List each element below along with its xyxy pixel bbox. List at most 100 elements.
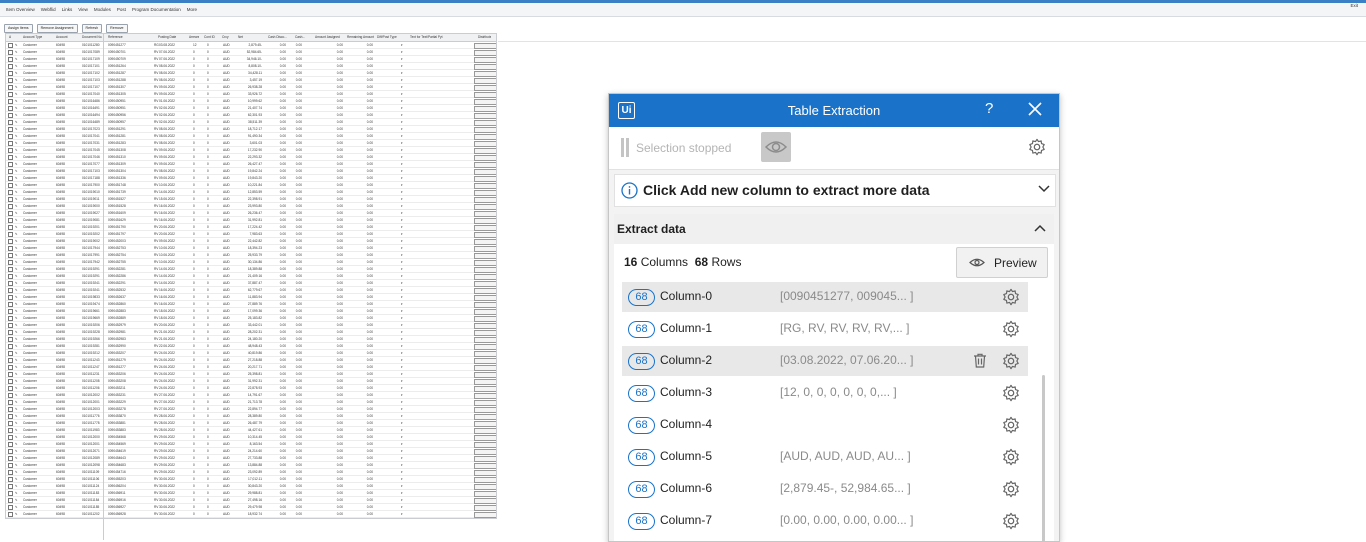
edit-pencil-icon[interactable]: ✎ (15, 358, 18, 362)
column-row-0[interactable]: 68 Column-0 [0090451277, 009045... ] (622, 282, 1028, 312)
row-checkbox[interactable] (8, 428, 13, 433)
grid-column-header[interactable]: A (9, 35, 11, 39)
edit-pencil-icon[interactable]: ✎ (15, 407, 18, 411)
distribute-button[interactable] (474, 336, 496, 343)
distribute-button[interactable] (474, 63, 496, 70)
row-checkbox[interactable] (8, 491, 13, 496)
diff-type-dropdown-icon[interactable]: ▾ (401, 57, 403, 61)
row-checkbox[interactable] (8, 358, 13, 363)
table-row[interactable]: ✎ Customer 60498 0101011106 0090455203 RV 30.0… (6, 476, 496, 483)
table-row[interactable]: ✎ Customer 60498 0101012003 0090453278 RV 27.0… (6, 406, 496, 413)
table-row[interactable]: ✎ Customer 60498 0101019202 0090451797 RV 20.0… (6, 231, 496, 238)
distribute-button[interactable] (474, 357, 496, 364)
edit-pencil-icon[interactable]: ✎ (15, 330, 18, 334)
row-checkbox[interactable] (8, 197, 13, 202)
row-checkbox[interactable] (8, 477, 13, 482)
diff-type-dropdown-icon[interactable]: ▾ (401, 498, 403, 502)
table-row[interactable]: ✎ Customer 60498 0101019228 0090452981 RV 21.0… (6, 329, 496, 336)
distribute-button[interactable] (474, 161, 496, 168)
row-checkbox[interactable] (8, 281, 13, 286)
edit-pencil-icon[interactable]: ✎ (15, 372, 18, 376)
row-checkbox[interactable] (8, 414, 13, 419)
table-row[interactable]: ✎ Customer 60498 0101012002 0090453231 RV 27.0… (6, 392, 496, 399)
row-checkbox[interactable] (8, 113, 13, 118)
pause-icon[interactable] (621, 138, 629, 157)
table-row[interactable]: ✎ Customer 60498 0101012000 0090454568 RV 29.0… (6, 434, 496, 441)
table-row[interactable]: ✎ Customer 60498 0101019291 0090452286 RV 14.0… (6, 273, 496, 280)
distribute-button[interactable] (474, 140, 496, 147)
distribute-button[interactable] (474, 91, 496, 98)
distribute-button[interactable] (474, 287, 496, 294)
distribute-button[interactable] (474, 322, 496, 329)
table-row[interactable]: ✎ Customer 60498 0101019010 0090451739 RV 14.0… (6, 189, 496, 196)
row-checkbox[interactable] (8, 134, 13, 139)
table-row[interactable]: ✎ Customer 60498 0101017103 0090451288 RV 08.0… (6, 77, 496, 84)
distribute-button[interactable] (474, 427, 496, 434)
diff-type-dropdown-icon[interactable]: ▾ (401, 512, 403, 516)
distribute-button[interactable] (474, 490, 496, 497)
row-checkbox[interactable] (8, 204, 13, 209)
diff-type-dropdown-icon[interactable]: ▾ (401, 330, 403, 334)
grid-column-header[interactable]: Reference (108, 35, 123, 39)
distribute-button[interactable] (474, 217, 496, 224)
distribute-button[interactable] (474, 462, 496, 469)
diff-type-dropdown-icon[interactable]: ▾ (401, 190, 403, 194)
diff-type-dropdown-icon[interactable]: ▾ (401, 155, 403, 159)
column-row-6[interactable]: 68 Column-6 [2,879.45-, 52,984.65... ] (622, 474, 1028, 504)
distribute-button[interactable] (474, 147, 496, 154)
grid-column-header[interactable]: Account (56, 35, 68, 39)
grid-column-header[interactable]: Cash Disco... (268, 35, 287, 39)
distribute-button[interactable] (474, 371, 496, 378)
edit-pencil-icon[interactable]: ✎ (15, 218, 18, 222)
edit-pencil-icon[interactable]: ✎ (15, 232, 18, 236)
table-row[interactable]: ✎ Customer 60498 0101017991 0090452754 RV 10.0… (6, 252, 496, 259)
edit-pencil-icon[interactable]: ✎ (15, 288, 18, 292)
table-row[interactable]: ✎ Customer 60498 0101019201 0090451790 RV 20.0… (6, 224, 496, 231)
table-row[interactable]: ✎ Customer 60498 0101012071 0090454619 RV 29.0… (6, 448, 496, 455)
row-checkbox[interactable] (8, 253, 13, 258)
row-checkbox[interactable] (8, 225, 13, 230)
table-row[interactable]: ✎ Customer 60498 0101011778 0090453881 RV 28.0… (6, 420, 496, 427)
table-row[interactable]: ✎ Customer 60498 0101017103 0090451304 RV 08.0… (6, 168, 496, 175)
diff-type-dropdown-icon[interactable]: ▾ (401, 351, 403, 355)
distribute-button[interactable] (474, 378, 496, 385)
row-checkbox[interactable] (8, 190, 13, 195)
menu-item-webflid[interactable]: Webflid (41, 7, 56, 12)
distribute-button[interactable] (474, 434, 496, 441)
diff-type-dropdown-icon[interactable]: ▾ (401, 50, 403, 54)
edit-pencil-icon[interactable]: ✎ (15, 421, 18, 425)
edit-pencil-icon[interactable]: ✎ (15, 267, 18, 271)
toggle-highlight-button[interactable] (761, 132, 791, 162)
row-checkbox[interactable] (8, 421, 13, 426)
distribute-button[interactable] (474, 56, 496, 63)
table-row[interactable]: ✎ Customer 60498 0101017102 0090451287 RV 08.0… (6, 70, 496, 77)
diff-type-dropdown-icon[interactable]: ▾ (401, 78, 403, 82)
menu-item-links[interactable]: Links (62, 7, 73, 12)
diff-type-dropdown-icon[interactable]: ▾ (401, 407, 403, 411)
row-checkbox[interactable] (8, 169, 13, 174)
table-row[interactable]: ✎ Customer 60498 0101019241 0090452532 RV 16.0… (6, 287, 496, 294)
column-row-1[interactable]: 68 Column-1 [RG, RV, RV, RV, RV,... ] (622, 314, 1028, 344)
row-checkbox[interactable] (8, 435, 13, 440)
menu-item-item-overview[interactable]: Item Overview (6, 7, 35, 12)
grid-column-header[interactable]: Remaining Amount (347, 35, 374, 39)
edit-pencil-icon[interactable]: ✎ (15, 428, 18, 432)
table-row[interactable]: ✎ Customer 60498 0101019241 0090452291 RV 14.0… (6, 280, 496, 287)
diff-type-dropdown-icon[interactable]: ▾ (401, 253, 403, 257)
row-checkbox[interactable] (8, 71, 13, 76)
extract-data-header[interactable]: Extract data (614, 214, 1054, 244)
row-checkbox[interactable] (8, 407, 13, 412)
grid-column-header[interactable]: Amount Assigned (315, 35, 340, 39)
distribute-button[interactable] (474, 455, 496, 462)
distribute-button[interactable] (474, 196, 496, 203)
table-row[interactable]: ✎ Customer 60498 0101017944 0090452753 RV 10.0… (6, 245, 496, 252)
preview-button[interactable]: Preview (956, 247, 1048, 278)
diff-type-dropdown-icon[interactable]: ▾ (401, 148, 403, 152)
edit-pencil-icon[interactable]: ✎ (15, 386, 18, 390)
diff-type-dropdown-icon[interactable]: ▾ (401, 379, 403, 383)
menu-item-modules[interactable]: Modules (94, 7, 111, 12)
table-row[interactable]: ✎ Customer 60498 0101017041 0090451281 RV 08.0… (6, 133, 496, 140)
edit-pencil-icon[interactable]: ✎ (15, 470, 18, 474)
edit-pencil-icon[interactable]: ✎ (15, 260, 18, 264)
edit-pencil-icon[interactable]: ✎ (15, 127, 18, 131)
